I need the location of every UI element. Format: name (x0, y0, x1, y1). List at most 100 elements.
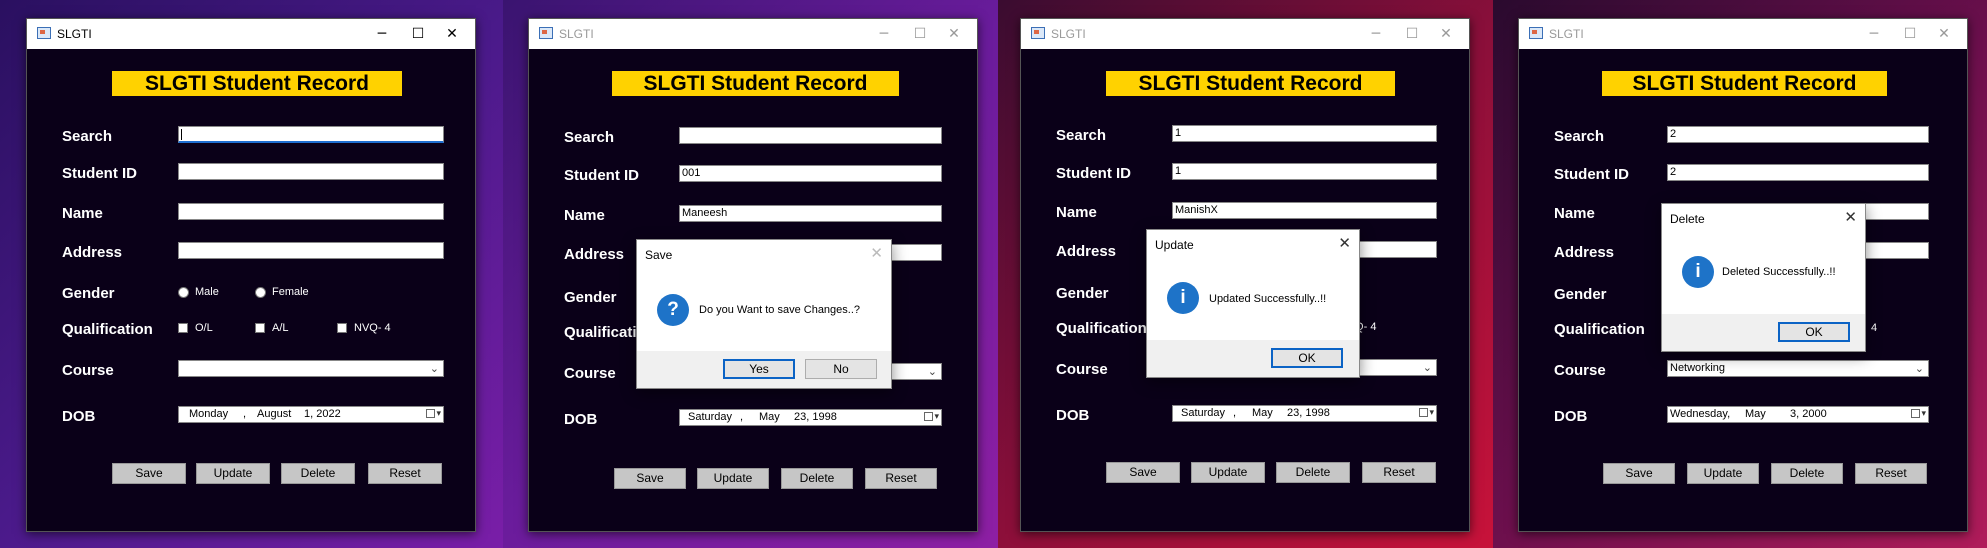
course-select[interactable]: Networking ⌄ (1667, 360, 1929, 377)
close-icon[interactable]: ✕ (1431, 22, 1461, 46)
update-button[interactable]: Update (697, 468, 769, 489)
delete-button[interactable]: Delete (1771, 463, 1843, 484)
maximize-icon[interactable]: ☐ (905, 22, 935, 46)
close-icon[interactable]: ✕ (1338, 234, 1351, 252)
info-icon: i (1167, 282, 1199, 314)
name-label: Name (1056, 204, 1097, 221)
ol-checkbox[interactable] (178, 323, 188, 333)
delete-button[interactable]: Delete (781, 468, 853, 489)
student-id-input[interactable] (178, 163, 444, 180)
dob-date-picker[interactable]: Monday , August 1, 2022 ▾ (178, 406, 444, 423)
update-button[interactable]: Update (1191, 462, 1265, 483)
delete-button[interactable]: Delete (281, 463, 355, 484)
minimize-icon[interactable]: ─ (869, 22, 899, 46)
nvq-checkbox[interactable] (337, 323, 347, 333)
search-input[interactable]: 2 (1667, 126, 1929, 143)
dob-date-picker[interactable]: Wednesday, May 3, 2000 ▾ (1667, 406, 1929, 423)
save-button[interactable]: Save (614, 468, 686, 489)
student-id-input[interactable]: 1 (1172, 163, 1437, 180)
minimize-icon[interactable]: ─ (1859, 22, 1889, 46)
student-id-input[interactable]: 2 (1667, 164, 1929, 181)
gender-label: Gender (62, 285, 115, 302)
minimize-icon[interactable]: ─ (1361, 22, 1391, 46)
calendar-icon (924, 412, 933, 421)
slgti-window-4: SLGTI ─ ☐ ✕ SLGTI Student Record Search … (1518, 18, 1968, 532)
student-id-label: Student ID (1056, 165, 1131, 182)
dob-date: 1, 2022 (304, 408, 341, 420)
yes-button[interactable]: Yes (723, 359, 795, 379)
save-button[interactable]: Save (112, 463, 186, 484)
dialog-message: Do you Want to save Changes..? (699, 304, 861, 316)
address-label: Address (1056, 243, 1117, 260)
dob-separator: , (740, 411, 744, 423)
save-button[interactable]: Save (1603, 463, 1675, 484)
maximize-icon[interactable]: ☐ (403, 22, 433, 46)
calendar-icon (426, 409, 435, 418)
close-icon[interactable]: ✕ (1929, 22, 1959, 46)
chevron-down-icon: ⌄ (927, 365, 937, 378)
dob-date: 23, 1998 (794, 411, 837, 423)
dropdown-arrow-icon: ▾ (934, 412, 939, 422)
ok-button[interactable]: OK (1778, 322, 1850, 342)
gender-label: Gender (1554, 286, 1607, 303)
maximize-icon[interactable]: ☐ (1895, 22, 1925, 46)
dob-label: DOB (62, 408, 96, 425)
search-input[interactable] (679, 127, 942, 144)
maximize-icon[interactable]: ☐ (1397, 22, 1427, 46)
title-bar[interactable]: SLGTI ─ ☐ ✕ (1519, 19, 1967, 49)
dob-date-picker[interactable]: Saturday , May 23, 1998 ▾ (679, 409, 942, 426)
search-input[interactable] (178, 126, 444, 143)
reset-button[interactable]: Reset (1855, 463, 1927, 484)
delete-button[interactable]: Delete (1276, 462, 1350, 483)
app-icon (1031, 27, 1045, 39)
male-label: Male (195, 286, 219, 298)
al-checkbox[interactable] (255, 323, 265, 333)
reset-button[interactable]: Reset (1362, 462, 1436, 483)
close-icon[interactable]: ✕ (939, 22, 969, 46)
qualification-label: Qualification (62, 321, 153, 338)
close-icon[interactable]: ✕ (1844, 208, 1857, 226)
course-select[interactable]: ⌄ (178, 360, 444, 377)
close-icon[interactable]: ✕ (870, 244, 883, 262)
dob-separator: , (243, 408, 247, 420)
update-button[interactable]: Update (196, 463, 270, 484)
title-bar[interactable]: SLGTI ─ ☐ ✕ (27, 19, 475, 49)
male-radio[interactable] (178, 287, 189, 298)
page-title: SLGTI Student Record (1602, 71, 1887, 96)
update-button[interactable]: Update (1687, 463, 1759, 484)
chevron-down-icon: ⌄ (429, 362, 439, 375)
close-icon[interactable]: ✕ (437, 22, 467, 46)
address-input[interactable] (178, 242, 444, 259)
title-bar[interactable]: SLGTI ─ ☐ ✕ (529, 19, 977, 49)
window-title: SLGTI (1051, 27, 1086, 41)
dob-date-picker[interactable]: Saturday , May 23, 1998 ▾ (1172, 405, 1437, 422)
name-input[interactable] (178, 203, 444, 220)
title-bar[interactable]: SLGTI ─ ☐ ✕ (1021, 19, 1469, 49)
ok-button[interactable]: OK (1271, 348, 1343, 368)
minimize-icon[interactable]: ─ (367, 22, 397, 46)
dob-month: May (1252, 407, 1273, 419)
dialog-footer: OK (1662, 314, 1865, 351)
name-input[interactable]: Maneesh (679, 205, 942, 222)
dob-day: Saturday (688, 411, 733, 423)
dob-label: DOB (1554, 408, 1588, 425)
female-radio[interactable] (255, 287, 266, 298)
address-label: Address (62, 244, 123, 261)
no-button[interactable]: No (805, 359, 877, 379)
student-id-input[interactable]: 001 (679, 165, 942, 182)
dialog-title: Save (645, 248, 673, 262)
name-input[interactable]: ManishX (1172, 202, 1437, 219)
reset-button[interactable]: Reset (368, 463, 442, 484)
al-label: A/L (272, 322, 289, 334)
reset-button[interactable]: Reset (865, 468, 937, 489)
gender-label: Gender (1056, 285, 1109, 302)
course-label: Course (1056, 361, 1108, 378)
chevron-down-icon: ⌄ (1422, 361, 1432, 374)
dialog-title: Delete (1670, 212, 1705, 226)
dob-month: August (257, 408, 292, 420)
save-button[interactable]: Save (1106, 462, 1180, 483)
name-label: Name (1554, 205, 1595, 222)
delete-dialog: Delete ✕ i Deleted Successfully..!! OK (1661, 203, 1866, 352)
gender-label: Gender (564, 289, 617, 306)
search-input[interactable]: 1 (1172, 125, 1437, 142)
